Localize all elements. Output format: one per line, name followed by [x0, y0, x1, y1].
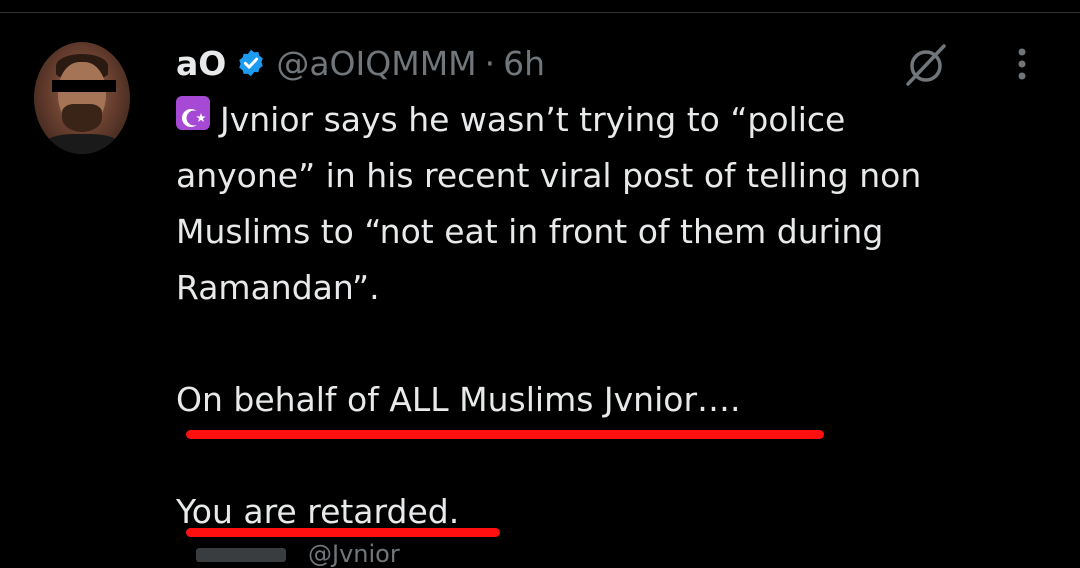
- display-name[interactable]: aO: [176, 44, 226, 83]
- annotation-underline: [186, 528, 500, 537]
- grok-icon[interactable]: [902, 40, 950, 88]
- tweet-line-1: Jvnior says he wasn’t trying to “police: [176, 92, 1056, 148]
- avatar[interactable]: [34, 42, 130, 154]
- tweet-header: aO @aOIQMMM · 6h: [176, 38, 545, 88]
- tweet-line-5: On behalf of ALL Muslims Jvnior….: [176, 380, 741, 419]
- verified-badge-icon: [236, 48, 266, 78]
- annotation-underline: [186, 430, 824, 439]
- tweet-line-2: anyone” in his recent viral post of tell…: [176, 156, 922, 195]
- censor-bar: [52, 80, 116, 92]
- tweet-line-3: Muslims to “not eat in front of them dur…: [176, 212, 884, 251]
- quoted-tweet-handle[interactable]: @Jvnior: [308, 540, 400, 568]
- tweet-text: Jvnior says he wasn’t trying to “police …: [176, 92, 1056, 540]
- timestamp[interactable]: 6h: [503, 44, 545, 83]
- handle[interactable]: @aOIQMMM: [276, 44, 476, 83]
- tweet-line-4: Ramandan”.: [176, 268, 380, 307]
- more-vertical-icon[interactable]: [1006, 44, 1038, 84]
- separator-dot: ·: [484, 43, 496, 83]
- star-and-crescent-emoji-icon: [176, 96, 210, 130]
- top-divider: [0, 12, 1080, 13]
